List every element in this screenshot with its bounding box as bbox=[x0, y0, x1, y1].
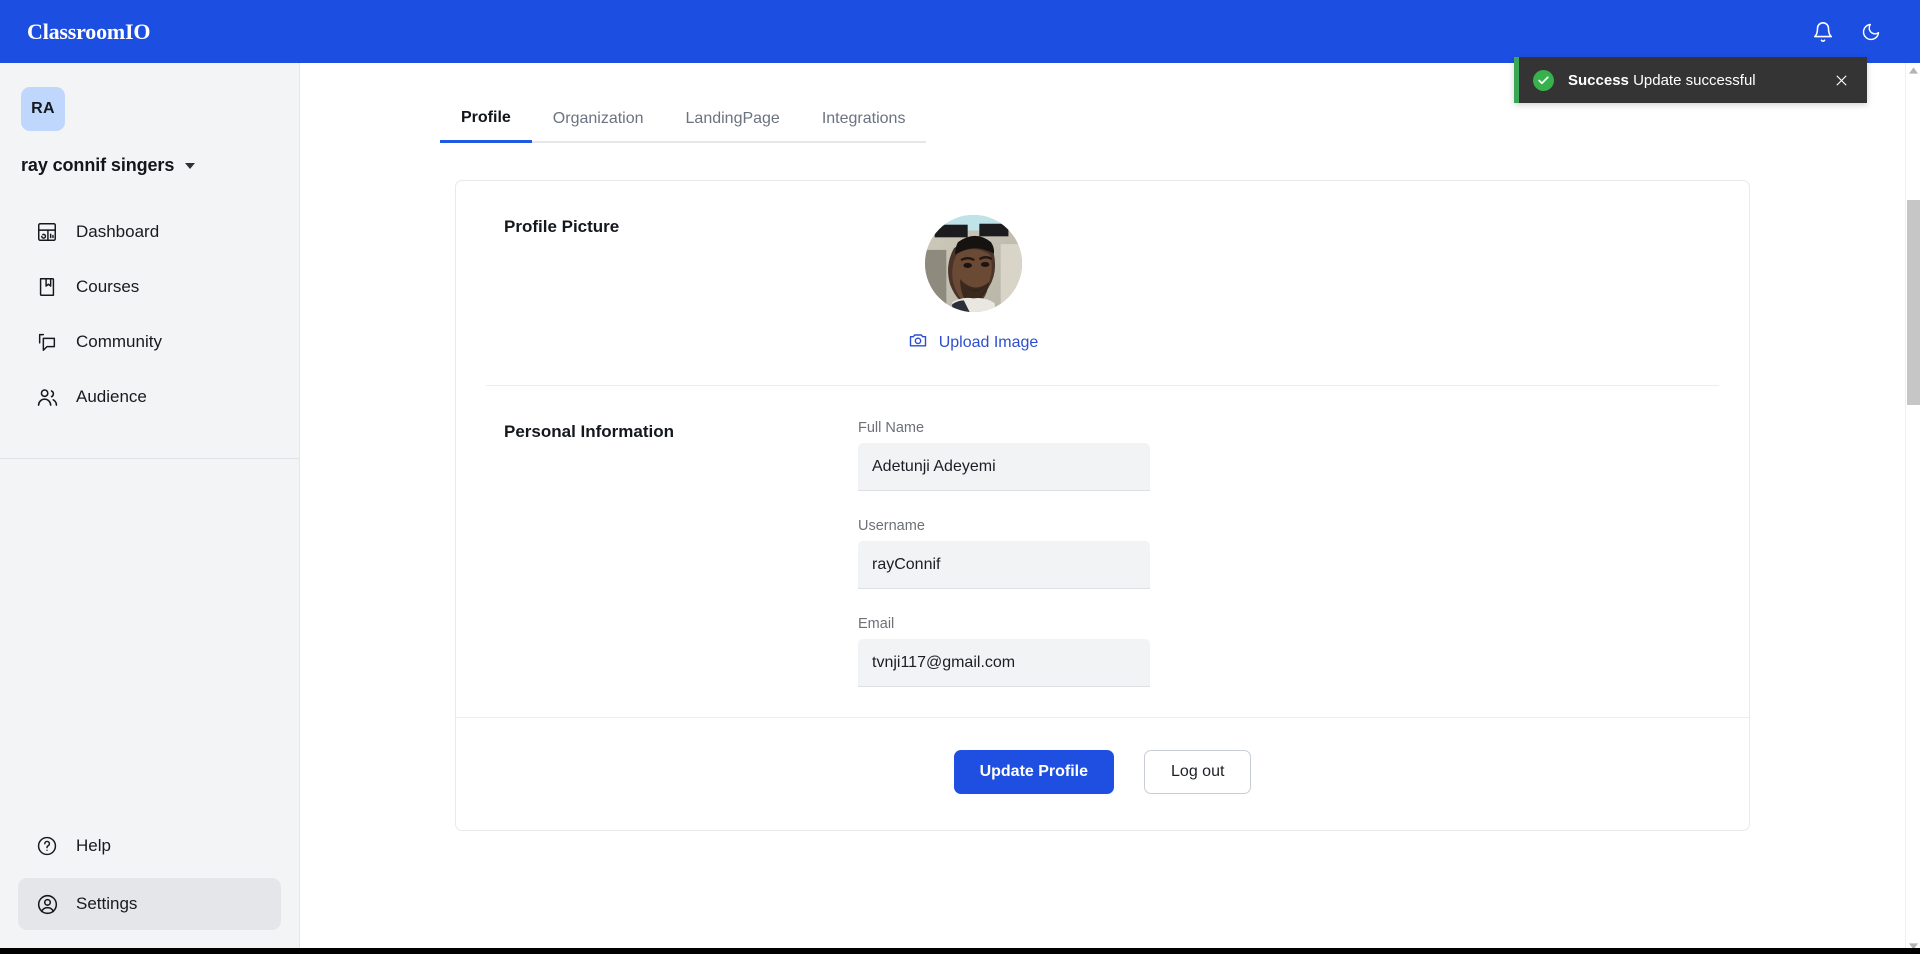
sidebar-nav: Dashboard Courses bbox=[0, 206, 299, 423]
main-content: Profile Organization LandingPage Integra… bbox=[300, 63, 1920, 954]
toast-detail-label: Update successful bbox=[1633, 72, 1756, 89]
upload-image-button[interactable]: Upload Image bbox=[908, 330, 1039, 355]
personal-information-form: Full Name Username Email bbox=[858, 420, 1150, 687]
body-container: RA ray connif singers bbox=[0, 63, 1920, 954]
close-icon[interactable] bbox=[1831, 70, 1851, 90]
sidebar-item-label: Audience bbox=[76, 387, 147, 407]
tab-organization[interactable]: Organization bbox=[532, 110, 665, 143]
sidebar-item-courses[interactable]: Courses bbox=[18, 261, 281, 313]
vertical-scrollbar[interactable] bbox=[1905, 63, 1920, 954]
users-icon bbox=[35, 385, 59, 409]
chevron-down-icon bbox=[185, 163, 195, 169]
upload-image-label: Upload Image bbox=[939, 334, 1039, 352]
personal-information-title: Personal Information bbox=[486, 420, 796, 687]
organization-block: RA ray connif singers bbox=[0, 63, 299, 176]
email-label: Email bbox=[858, 616, 1150, 632]
settings-scroll-area: Profile Picture bbox=[300, 143, 1920, 954]
card-actions: Update Profile Log out bbox=[456, 717, 1749, 830]
toast-message: Success Update successful bbox=[1568, 72, 1817, 89]
dashboard-icon bbox=[35, 220, 59, 244]
avatar-upload-group: Upload Image bbox=[858, 215, 1088, 355]
success-toast: Success Update successful bbox=[1514, 57, 1867, 103]
settings-tabs: Profile Organization LandingPage Integra… bbox=[300, 99, 1920, 143]
window-bottom-edge bbox=[0, 948, 1920, 954]
sidebar-item-label: Help bbox=[76, 836, 111, 856]
chat-icon bbox=[35, 330, 59, 354]
app-root: ClassroomIO RA ray connif singers bbox=[0, 0, 1920, 954]
email-input[interactable] bbox=[858, 639, 1150, 687]
personal-information-body: Full Name Username Email bbox=[796, 420, 1719, 687]
profile-picture-body: Upload Image bbox=[796, 215, 1719, 355]
email-field-group: Email bbox=[858, 616, 1150, 687]
app-logo-text: ClassroomIO bbox=[27, 19, 150, 45]
full-name-field-group: Full Name bbox=[858, 420, 1150, 491]
check-circle-icon bbox=[1533, 70, 1554, 91]
tab-integrations[interactable]: Integrations bbox=[801, 110, 927, 143]
book-icon bbox=[35, 275, 59, 299]
camera-icon bbox=[908, 330, 928, 355]
sidebar-item-label: Community bbox=[76, 332, 162, 352]
dark-mode-moon-icon[interactable] bbox=[1858, 19, 1884, 45]
username-field-group: Username bbox=[858, 518, 1150, 589]
personal-information-section: Personal Information Full Name Username bbox=[486, 385, 1719, 717]
sidebar-spacer bbox=[0, 459, 299, 820]
tab-landingpage[interactable]: LandingPage bbox=[665, 110, 801, 143]
help-circle-icon bbox=[35, 834, 59, 858]
org-switcher[interactable]: ray connif singers bbox=[21, 155, 299, 176]
update-profile-button[interactable]: Update Profile bbox=[954, 750, 1114, 794]
sidebar-item-help[interactable]: Help bbox=[18, 820, 281, 872]
sidebar-item-label: Courses bbox=[76, 277, 139, 297]
scrollbar-thumb[interactable] bbox=[1907, 200, 1920, 405]
username-input[interactable] bbox=[858, 541, 1150, 589]
sidebar-item-label: Dashboard bbox=[76, 222, 159, 242]
user-circle-icon bbox=[35, 892, 59, 916]
sidebar: RA ray connif singers bbox=[0, 63, 300, 954]
sidebar-item-audience[interactable]: Audience bbox=[18, 371, 281, 423]
profile-settings-card: Profile Picture bbox=[455, 180, 1750, 831]
scroll-up-arrow-icon[interactable] bbox=[1906, 63, 1920, 78]
sidebar-item-label: Settings bbox=[76, 894, 137, 914]
tab-profile[interactable]: Profile bbox=[440, 109, 532, 143]
full-name-label: Full Name bbox=[858, 420, 1150, 436]
sidebar-item-settings[interactable]: Settings bbox=[18, 878, 281, 930]
profile-picture-section: Profile Picture bbox=[486, 181, 1719, 385]
avatar[interactable] bbox=[925, 215, 1022, 312]
org-name-label: ray connif singers bbox=[21, 155, 174, 176]
profile-picture-title: Profile Picture bbox=[486, 215, 796, 355]
topbar-actions bbox=[1810, 19, 1884, 45]
toast-status-label: Success bbox=[1568, 72, 1629, 89]
sidebar-item-dashboard[interactable]: Dashboard bbox=[18, 206, 281, 258]
org-avatar[interactable]: RA bbox=[21, 87, 65, 131]
sidebar-item-community[interactable]: Community bbox=[18, 316, 281, 368]
username-label: Username bbox=[858, 518, 1150, 534]
sidebar-bottom-nav: Help Settings bbox=[0, 820, 299, 954]
notification-bell-icon[interactable] bbox=[1810, 19, 1836, 45]
top-header-bar: ClassroomIO bbox=[0, 0, 1920, 63]
logout-button[interactable]: Log out bbox=[1144, 750, 1251, 794]
full-name-input[interactable] bbox=[858, 443, 1150, 491]
